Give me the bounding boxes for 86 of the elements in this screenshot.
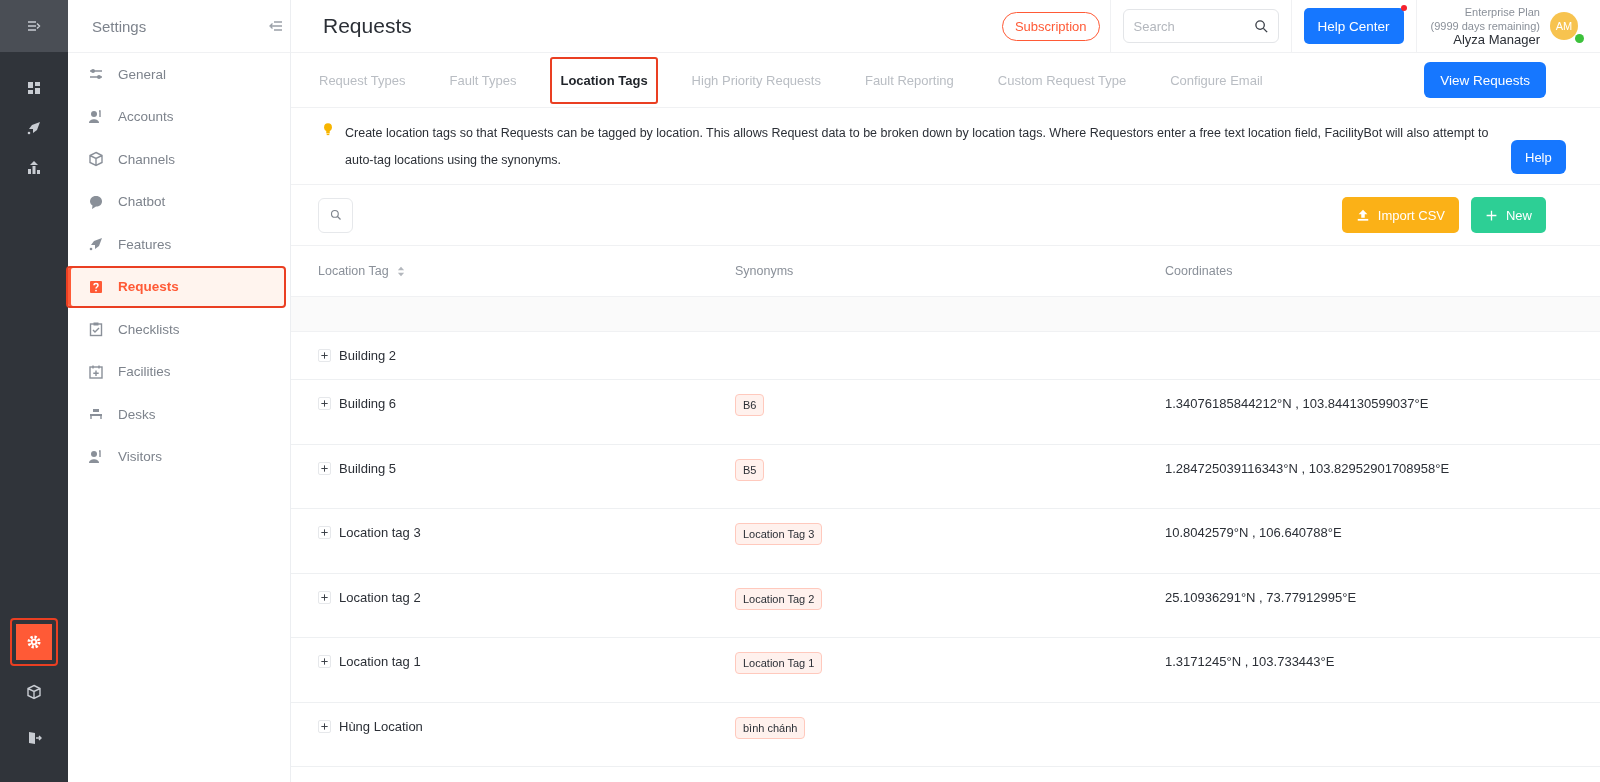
search-icon	[329, 209, 342, 221]
menu-icon[interactable]	[26, 18, 42, 34]
settings-button[interactable]	[10, 618, 58, 666]
user-name: Alyza Manager	[1453, 33, 1540, 47]
synonym-tag: Location Tag 3	[735, 523, 823, 545]
plus-icon	[321, 593, 328, 601]
location-name: Location tag 3	[339, 525, 421, 540]
column-header: Coordinates	[1165, 264, 1233, 278]
synonym-tag: B5	[735, 458, 765, 481]
subscription-button[interactable]: Subscription	[1001, 11, 1100, 41]
tab[interactable]: Request Types	[309, 64, 416, 96]
plus-icon	[321, 722, 328, 730]
help-center-button[interactable]: Help Center	[1303, 8, 1404, 44]
plus-icon	[321, 464, 328, 472]
new-button[interactable]: New	[1471, 197, 1546, 233]
location-name: Building 6	[339, 396, 397, 411]
coordinates-text: 1.284725039116343°N , 103.82952901708958°E	[1165, 460, 1450, 476]
column-header[interactable]: Location Tag	[318, 264, 389, 278]
rocket-icon	[88, 236, 104, 253]
plus-icon	[321, 352, 328, 359]
synonym-tag: Location Tag 2	[735, 587, 823, 610]
expand-button[interactable]	[318, 590, 331, 604]
calendar-plus-icon	[88, 363, 104, 380]
location-name: Location tag 1	[339, 654, 421, 669]
tab[interactable]: Configure Email	[1160, 64, 1273, 96]
tab[interactable]: Location Tags	[550, 56, 658, 104]
plus-icon	[321, 400, 328, 407]
plus-icon	[321, 529, 328, 536]
synonym-tag: bình chánh	[735, 716, 806, 739]
bar-chart-icon	[26, 160, 42, 176]
exit-icon	[26, 730, 42, 746]
plus-icon	[1485, 208, 1498, 222]
coordinates-text: 10.8042579°N , 106.640788°E	[1165, 525, 1342, 540]
plus-icon	[321, 658, 328, 665]
lightbulb-icon	[321, 122, 335, 136]
sidebar-item[interactable]: General	[66, 53, 290, 96]
page-title: Requests	[322, 14, 413, 38]
settings-icon	[26, 634, 42, 650]
notification-dot	[1400, 5, 1407, 11]
expand-button[interactable]	[318, 397, 331, 410]
expand-button[interactable]	[318, 461, 331, 475]
expand-button[interactable]	[318, 655, 331, 668]
clipboard-check-icon	[88, 321, 104, 338]
sidebar-item[interactable]: Checklists	[66, 308, 290, 351]
expand-button[interactable]	[318, 349, 331, 362]
sidebar-item[interactable]: Requests	[66, 265, 286, 308]
search-icon	[1253, 19, 1269, 34]
synonym-tag: Location Tag 1	[735, 652, 823, 674]
sidebar-item[interactable]: Accounts	[66, 95, 290, 138]
tab[interactable]: High Priority Requests	[681, 64, 831, 96]
location-name: Building 2	[339, 348, 397, 363]
dashboard-icon	[26, 80, 42, 96]
online-dot	[1575, 34, 1584, 43]
expand-button[interactable]	[318, 526, 331, 539]
view-requests-button[interactable]: View Requests	[1424, 62, 1546, 98]
sidebar-item[interactable]: Features	[66, 223, 290, 266]
upload-icon	[1355, 208, 1370, 222]
sidebar-item[interactable]: Desks	[66, 393, 290, 436]
coordinates-text: 25.10936291°N , 73.77912995°E	[1165, 589, 1357, 605]
coordinates-text: 1.34076185844212°N , 103.844130599037°E	[1165, 396, 1429, 411]
location-name: Building 5	[339, 460, 397, 476]
question-icon	[88, 278, 104, 295]
location-name: Location tag 2	[339, 589, 421, 605]
tab[interactable]: Fault Reporting	[854, 64, 964, 96]
cube-icon	[26, 684, 42, 700]
synonym-tag: B6	[735, 394, 765, 416]
sidebar-item[interactable]: Facilities	[66, 350, 290, 393]
tab[interactable]: Fault Types	[439, 64, 527, 96]
sidebar-item[interactable]: Visitors	[66, 435, 290, 478]
search-field[interactable]: Search	[1122, 9, 1279, 43]
help-button[interactable]: Help	[1511, 140, 1566, 174]
people-icon	[88, 108, 104, 125]
plan-label: Enterprise Plan	[1464, 5, 1540, 19]
expand-button[interactable]	[318, 719, 331, 733]
people-icon	[88, 448, 104, 465]
rocket-icon	[26, 120, 42, 136]
sidebar-item[interactable]: Channels	[66, 138, 290, 181]
days-remaining: (9999 days remaining)	[1430, 19, 1540, 33]
cube-icon	[88, 151, 104, 168]
info-text: Create location tags so that Requests can be tagged by location. This allows Request data to be broken down by location tags. Where Requestors enter a free text location field, FacilityBot will also attempt to auto-tag locations using the synonyms.	[345, 125, 1490, 169]
chat-bubble-icon	[88, 193, 104, 210]
location-name: Hùng Location	[339, 718, 423, 734]
coordinates-text: 1.3171245°N , 103.733443°E	[1165, 654, 1335, 669]
sidebar-item[interactable]: Chatbot	[66, 180, 290, 223]
sidebar-title: Settings	[92, 17, 147, 35]
column-header: Synonyms	[735, 264, 794, 278]
